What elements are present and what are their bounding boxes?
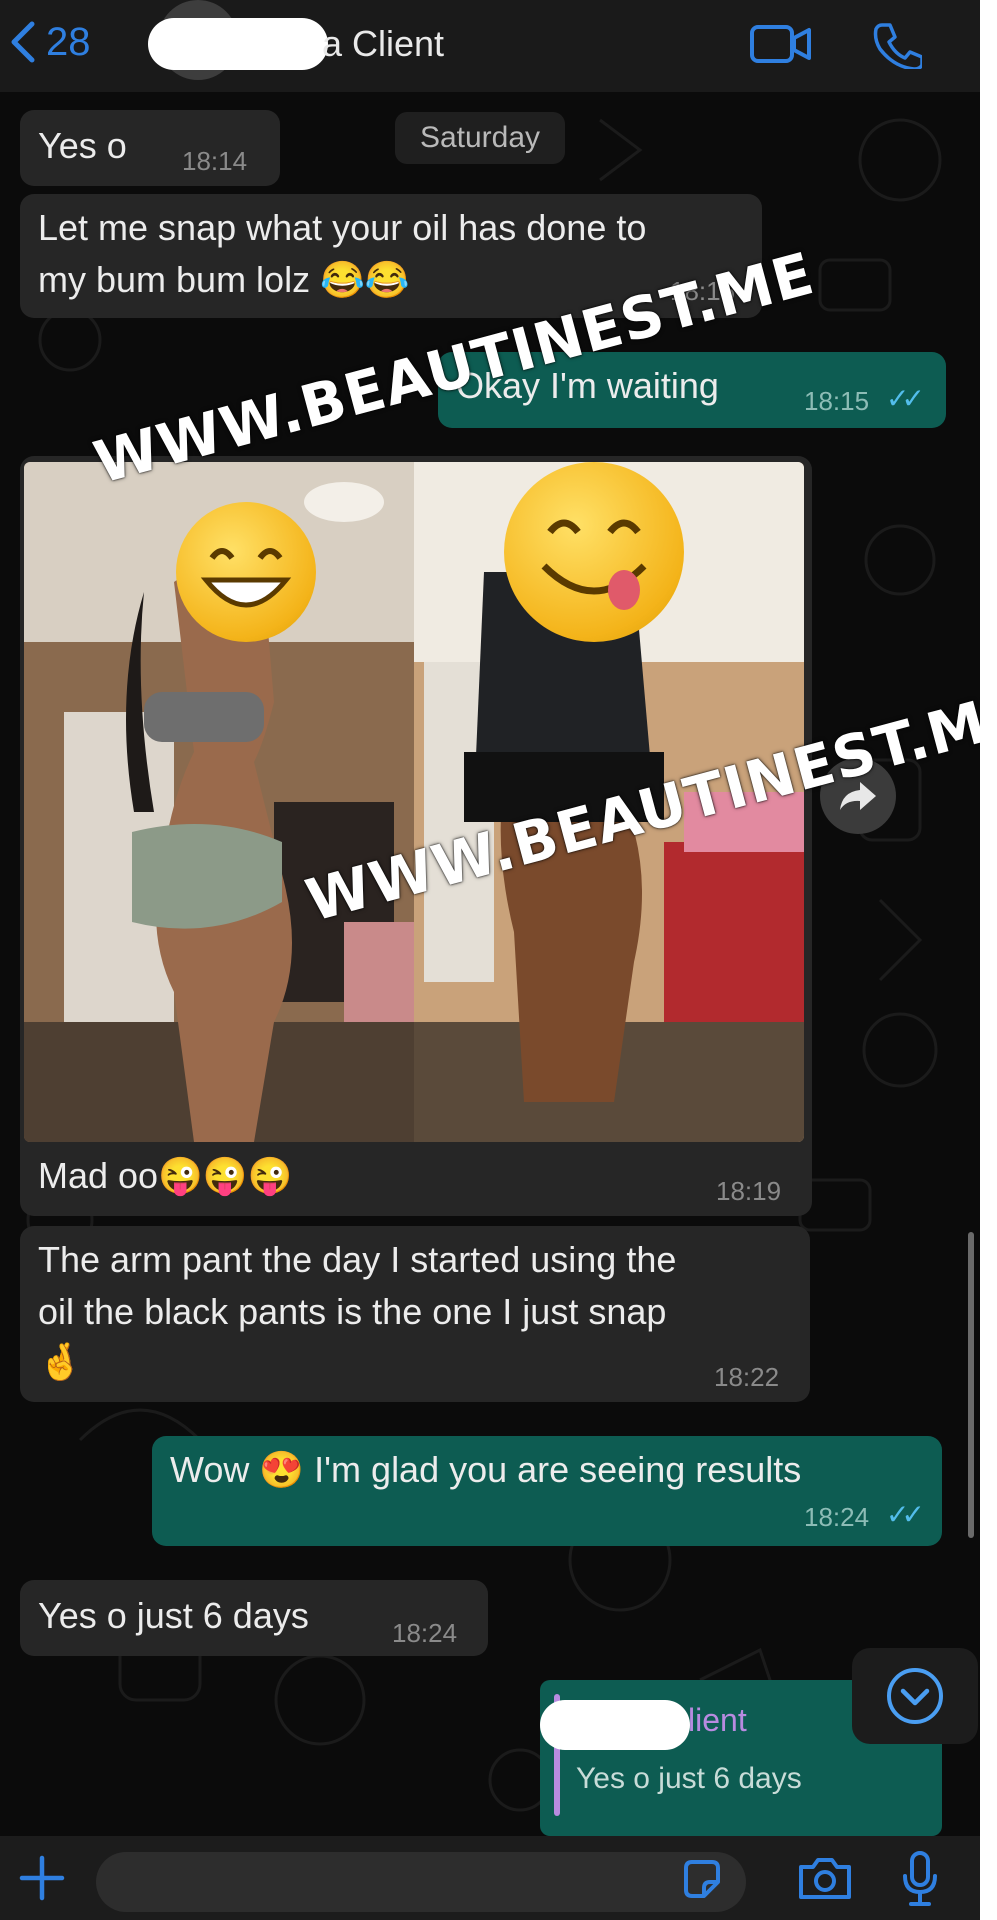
face-cover-yum-emoji (504, 462, 684, 642)
phone-icon (873, 23, 922, 69)
message-input[interactable] (96, 1852, 746, 1912)
message-text: Yes o (38, 125, 127, 166)
page-margin (980, 0, 997, 1920)
unread-count: 28 (46, 19, 91, 64)
redaction-blob (148, 18, 328, 70)
chat-screen: 28 a Client Saturday Yes o 18:14 Let me … (0, 0, 980, 1920)
message-text-line: The arm pant the day I started using the (38, 1239, 677, 1280)
message-time: 18:22 (714, 1362, 780, 1392)
redaction-blob (540, 1700, 690, 1750)
message-bubble-incoming[interactable]: The arm pant the day I started using the… (20, 1226, 810, 1402)
message-text: Wow 😍 I'm glad you are seeing results (170, 1449, 802, 1490)
contact-title[interactable]: a Client (148, 18, 444, 70)
message-text-line: my bum bum lolz 😂😂 (38, 259, 410, 300)
message-input-bar (0, 1836, 980, 1920)
contact-name: a Client (322, 23, 445, 64)
message-bubble-incoming[interactable]: Yes o just 6 days 18:24 (20, 1580, 488, 1656)
voice-note-button[interactable] (888, 1844, 952, 1914)
scroll-down-button[interactable] (852, 1648, 978, 1744)
sticker-button[interactable] (670, 1848, 734, 1912)
scrollbar[interactable] (968, 1232, 974, 1538)
attach-button[interactable] (10, 1846, 74, 1910)
message-text: Yes o just 6 days (38, 1595, 309, 1636)
plus-icon (19, 1855, 65, 1901)
message-time: 18:19 (716, 1176, 782, 1206)
read-receipt-icon: ✓✓ (886, 1499, 925, 1530)
camera-button[interactable] (790, 1846, 860, 1910)
reply-author: lient (688, 1702, 747, 1738)
message-bubble-incoming[interactable]: Yes o 18:14 (20, 110, 280, 186)
video-call-icon (750, 25, 811, 63)
message-text-line: oil the black pants is the one I just sn… (38, 1291, 667, 1332)
message-bubble-outgoing[interactable]: Wow 😍 I'm glad you are seeing results 18… (152, 1436, 942, 1546)
message-text-line: 🤞 (38, 1341, 83, 1382)
message-time: 18:24 (392, 1618, 458, 1648)
chat-header: 28 a Client (0, 0, 980, 92)
camera-icon (799, 1858, 851, 1899)
message-time: 18:15 (804, 386, 870, 416)
read-receipt-icon: ✓✓ (886, 383, 925, 414)
chevron-left-icon (11, 21, 35, 63)
message-time: 18:14 (182, 146, 248, 176)
voice-call-button[interactable] (862, 14, 932, 74)
scroll-down-icon (887, 1668, 943, 1724)
sticker-icon (684, 1860, 720, 1898)
message-time: 18:24 (804, 1502, 870, 1532)
back-button[interactable]: 28 (8, 14, 128, 70)
image-caption: Mad oo😜😜😜 (38, 1155, 293, 1196)
message-text-line: Let me snap what your oil has done to (38, 207, 647, 248)
microphone-icon (903, 1851, 937, 1906)
day-divider: Saturday (395, 112, 565, 164)
video-call-button[interactable] (746, 14, 816, 74)
reply-quoted-text: Yes o just 6 days (576, 1762, 802, 1795)
face-cover-grin-emoji (176, 502, 316, 642)
